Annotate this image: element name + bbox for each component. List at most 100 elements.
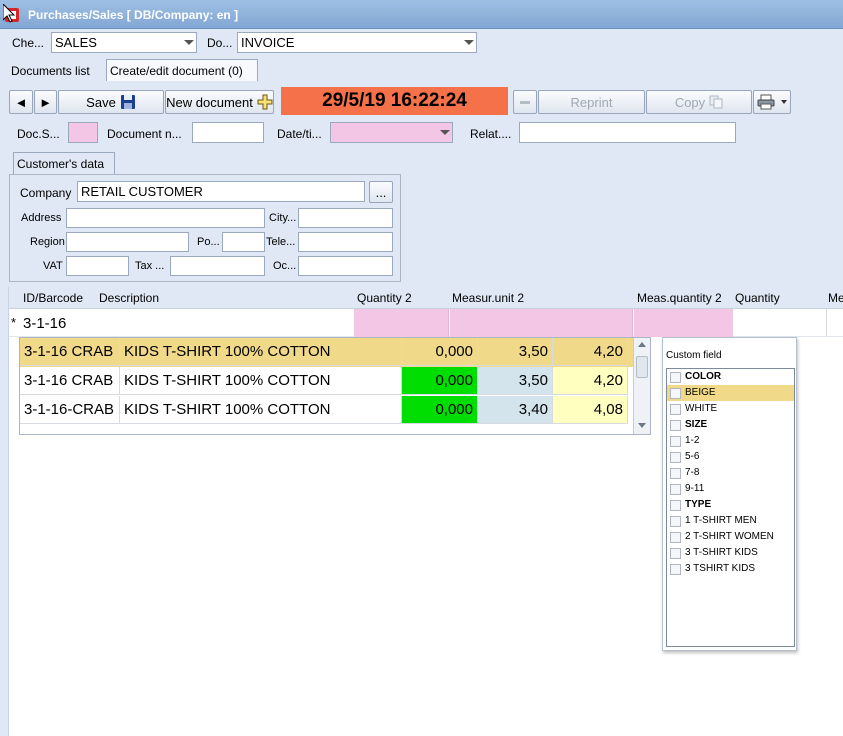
column-header-meas-quantity-2[interactable]: Meas.quantity 2 (637, 291, 722, 305)
column-header-description[interactable]: Description (99, 291, 159, 305)
checkbox[interactable] (670, 372, 681, 383)
tax-field[interactable] (170, 256, 265, 276)
checkbox[interactable] (670, 388, 681, 399)
next-button[interactable]: ► (34, 90, 57, 114)
row-qty-cell[interactable]: 0,000 (402, 396, 478, 424)
list-item-color[interactable]: COLOR (667, 369, 794, 385)
list-item-label: COLOR (685, 371, 722, 382)
oc-field[interactable] (298, 256, 393, 276)
floppy-disk-icon (120, 95, 135, 109)
do-value: INVOICE (241, 35, 295, 50)
list-item-t-shirt-men[interactable]: 1 T-SHIRT MEN (667, 513, 794, 529)
row-id-cell[interactable]: 3-1-16-CRAB (20, 396, 120, 424)
list-item-white[interactable]: WHITE (667, 401, 794, 417)
list-item-7-8[interactable]: 7-8 (667, 465, 794, 481)
checkbox[interactable] (670, 452, 681, 463)
row-total-cell[interactable]: 4,08 (553, 396, 628, 424)
checkbox[interactable] (670, 516, 681, 527)
region-label: Region (30, 236, 65, 248)
scrollbar-thumb[interactable] (636, 356, 648, 378)
checkbox[interactable] (670, 420, 681, 431)
new-row-measur-unit-2-cell[interactable] (450, 309, 633, 337)
row-price-cell[interactable]: 3,50 (478, 367, 553, 395)
row-id-cell[interactable]: 3-1-16 CRAB (20, 367, 120, 395)
address-field[interactable] (66, 208, 265, 228)
checkbox[interactable] (670, 436, 681, 447)
city-field[interactable] (298, 208, 393, 228)
column-header-id-barcode[interactable]: ID/Barcode (23, 291, 83, 305)
checkbox[interactable] (670, 532, 681, 543)
tab-create-edit-document[interactable]: Create/edit document (0) (106, 59, 258, 81)
address-label: Address (21, 212, 62, 224)
print-button[interactable] (753, 90, 791, 114)
checkbox[interactable] (670, 564, 681, 575)
column-header-measur-unit-2[interactable]: Measur.unit 2 (452, 291, 524, 305)
related-field[interactable] (519, 122, 736, 143)
vat-label: VAT (43, 260, 63, 272)
tele-field[interactable] (298, 232, 393, 252)
row-description-cell[interactable]: KIDS T-SHIRT 100% COTTON (120, 338, 402, 366)
checkbox[interactable] (670, 468, 681, 479)
row-description-cell[interactable]: KIDS T-SHIRT 100% COTTON (120, 367, 402, 395)
list-item-t-shirt-kids[interactable]: 3 T-SHIRT KIDS (667, 545, 794, 561)
row-qty-cell[interactable]: 0,000 (402, 338, 478, 366)
table-row[interactable]: 3-1-16-CRAB KIDS T-SHIRT 100% COTTON 0,0… (20, 396, 633, 425)
chevron-down-icon (781, 100, 787, 104)
list-item-9-11[interactable]: 9-11 (667, 481, 794, 497)
row-qty-cell[interactable]: 0,000 (402, 367, 478, 395)
list-item-beige[interactable]: BEIGE (667, 385, 794, 401)
list-item-tshirt-kids[interactable]: 3 TSHIRT KIDS (667, 561, 794, 577)
table-row[interactable]: 3-1-16 CRAB KIDS T-SHIRT 100% COTTON 0,0… (20, 367, 633, 396)
che-combo[interactable]: SALES (51, 32, 197, 53)
table-row[interactable]: 3-1-16 CRAB KIDS T-SHIRT 100% COTTON 0,0… (20, 338, 633, 367)
row-total-cell[interactable]: 4,20 (553, 367, 628, 395)
vertical-scrollbar[interactable] (633, 338, 650, 434)
row-price-cell[interactable]: 3,50 (478, 338, 553, 366)
row-total-cell[interactable]: 4,20 (553, 338, 628, 366)
do-combo[interactable]: INVOICE (237, 32, 477, 53)
doc-status-field[interactable] (68, 122, 98, 143)
checkbox[interactable] (670, 484, 681, 495)
datetime-field[interactable] (330, 122, 453, 143)
region-field[interactable] (66, 232, 189, 252)
list-item-label: 1 T-SHIRT MEN (685, 515, 757, 526)
checkbox[interactable] (670, 404, 681, 415)
list-item-1-2[interactable]: 1-2 (667, 433, 794, 449)
browse-company-button[interactable]: ... (369, 181, 393, 203)
list-item-size[interactable]: SIZE (667, 417, 794, 433)
save-button[interactable]: Save (58, 90, 164, 114)
document-no-field[interactable] (192, 122, 264, 143)
reprint-button[interactable]: Reprint (538, 90, 645, 114)
row-description-cell[interactable]: KIDS T-SHIRT 100% COTTON (120, 396, 402, 424)
copy-button[interactable]: Copy (646, 90, 752, 114)
list-item-t-shirt-women[interactable]: 2 T-SHIRT WOMEN (667, 529, 794, 545)
row-id-cell[interactable]: 3-1-16 CRAB (20, 338, 120, 366)
row-price-cell[interactable]: 3,40 (478, 396, 553, 424)
custom-field-list: COLOR BEIGE WHITE SIZE 1-2 5-6 7-8 9-11 … (666, 368, 795, 647)
vat-field[interactable] (66, 256, 129, 276)
new-document-button[interactable]: New document (165, 90, 274, 114)
new-row-id-field[interactable]: 3-1-16 (23, 315, 66, 332)
remove-button[interactable] (513, 90, 537, 114)
new-row-meas-quantity-2-cell[interactable] (634, 309, 733, 337)
tab-documents-list[interactable]: Documents list (8, 60, 93, 82)
prev-button[interactable]: ◄ (9, 90, 33, 114)
column-header-quantity-2[interactable]: Quantity 2 (357, 291, 412, 305)
checkbox[interactable] (670, 548, 681, 559)
scroll-down-icon[interactable] (638, 423, 646, 428)
list-item-label: 5-6 (685, 451, 700, 462)
new-row-quantity-2-cell[interactable] (354, 309, 449, 337)
column-header-me[interactable]: Me (828, 291, 843, 305)
grid-new-row[interactable]: * 3-1-16 (9, 309, 843, 337)
list-item-type[interactable]: TYPE (667, 497, 794, 513)
column-header-quantity[interactable]: Quantity (735, 291, 780, 305)
column-divider (826, 309, 827, 337)
oc-label: Oc... (273, 260, 297, 272)
chevron-down-icon (440, 130, 450, 135)
checkbox[interactable] (670, 500, 681, 511)
company-field[interactable]: RETAIL CUSTOMER (77, 181, 365, 202)
list-item-5-6[interactable]: 5-6 (667, 449, 794, 465)
tab-customers-data[interactable]: Customer's data (13, 152, 115, 174)
po-field[interactable] (222, 232, 265, 252)
scroll-up-icon[interactable] (638, 342, 646, 347)
